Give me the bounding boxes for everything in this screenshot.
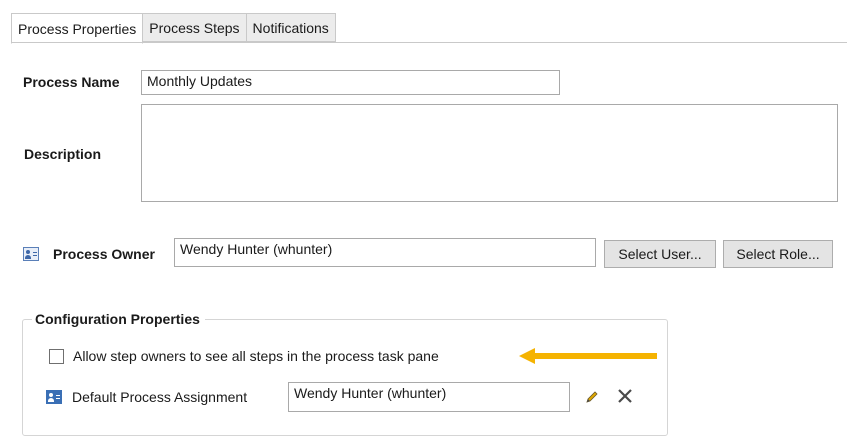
user-card-icon (46, 390, 62, 404)
pencil-icon[interactable] (582, 387, 602, 407)
tab-process-properties[interactable]: Process Properties (11, 13, 144, 44)
process-owner-label: Process Owner (53, 246, 155, 262)
tab-strip: Process Properties Process Steps Notific… (11, 13, 336, 44)
default-assignment-label: Default Process Assignment (72, 389, 248, 405)
description-textarea[interactable] (141, 104, 838, 202)
user-card-icon (23, 247, 39, 261)
arrow-left-icon (519, 348, 657, 364)
allow-steps-label: Allow step owners to see all steps in th… (73, 348, 439, 364)
process-owner-input[interactable]: Wendy Hunter (whunter) (174, 238, 596, 267)
configuration-properties-group (22, 319, 668, 436)
process-name-label: Process Name (23, 74, 120, 90)
configuration-properties-title: Configuration Properties (32, 311, 205, 327)
tab-divider (11, 42, 847, 43)
close-icon[interactable] (615, 386, 635, 406)
tab-process-steps[interactable]: Process Steps (143, 13, 247, 42)
tab-notifications[interactable]: Notifications (246, 13, 336, 42)
default-assignment-input[interactable]: Wendy Hunter (whunter) (288, 382, 570, 412)
select-user-button[interactable]: Select User... (604, 240, 716, 268)
process-name-input[interactable]: Monthly Updates (141, 70, 560, 95)
select-role-button[interactable]: Select Role... (723, 240, 833, 268)
description-label: Description (24, 146, 102, 162)
allow-steps-checkbox[interactable] (49, 349, 64, 364)
